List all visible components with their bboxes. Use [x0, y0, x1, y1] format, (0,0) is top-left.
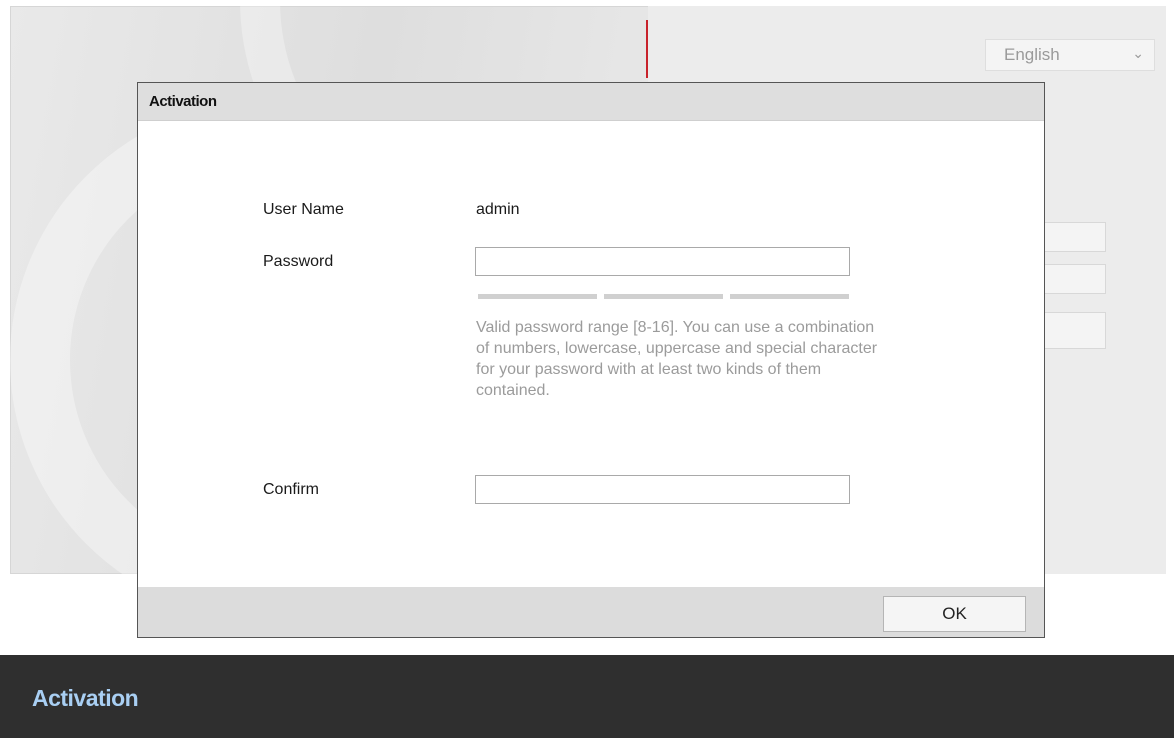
username-label: User Name: [263, 201, 344, 218]
login-password-field: [1040, 264, 1106, 294]
password-input[interactable]: [475, 247, 850, 276]
login-username-field: [1040, 222, 1106, 252]
username-value: admin: [476, 201, 520, 218]
language-select-value: English: [1004, 45, 1060, 64]
accent-divider: [646, 20, 648, 78]
ok-button[interactable]: OK: [883, 596, 1026, 632]
password-strength-bar-medium: [604, 294, 723, 299]
caption-bar: Activation: [0, 655, 1174, 738]
password-hint: Valid password range [8-16]. You can use…: [476, 319, 878, 399]
password-strength-bar-weak: [478, 294, 597, 299]
confirm-label: Confirm: [263, 481, 320, 498]
language-select[interactable]: English ⌄: [985, 39, 1155, 71]
login-button: [1040, 312, 1106, 349]
chevron-down-icon: ⌄: [1132, 45, 1144, 61]
confirm-password-input[interactable]: [475, 475, 850, 504]
activation-dialog: Activation User Name admin Password Vali…: [137, 82, 1045, 638]
password-label: Password: [263, 253, 334, 270]
dialog-title: Activation: [138, 83, 1044, 121]
password-strength-bar-strong: [730, 294, 849, 299]
caption-title: Activation: [32, 685, 139, 711]
dialog-footer: OK: [138, 587, 1044, 637]
